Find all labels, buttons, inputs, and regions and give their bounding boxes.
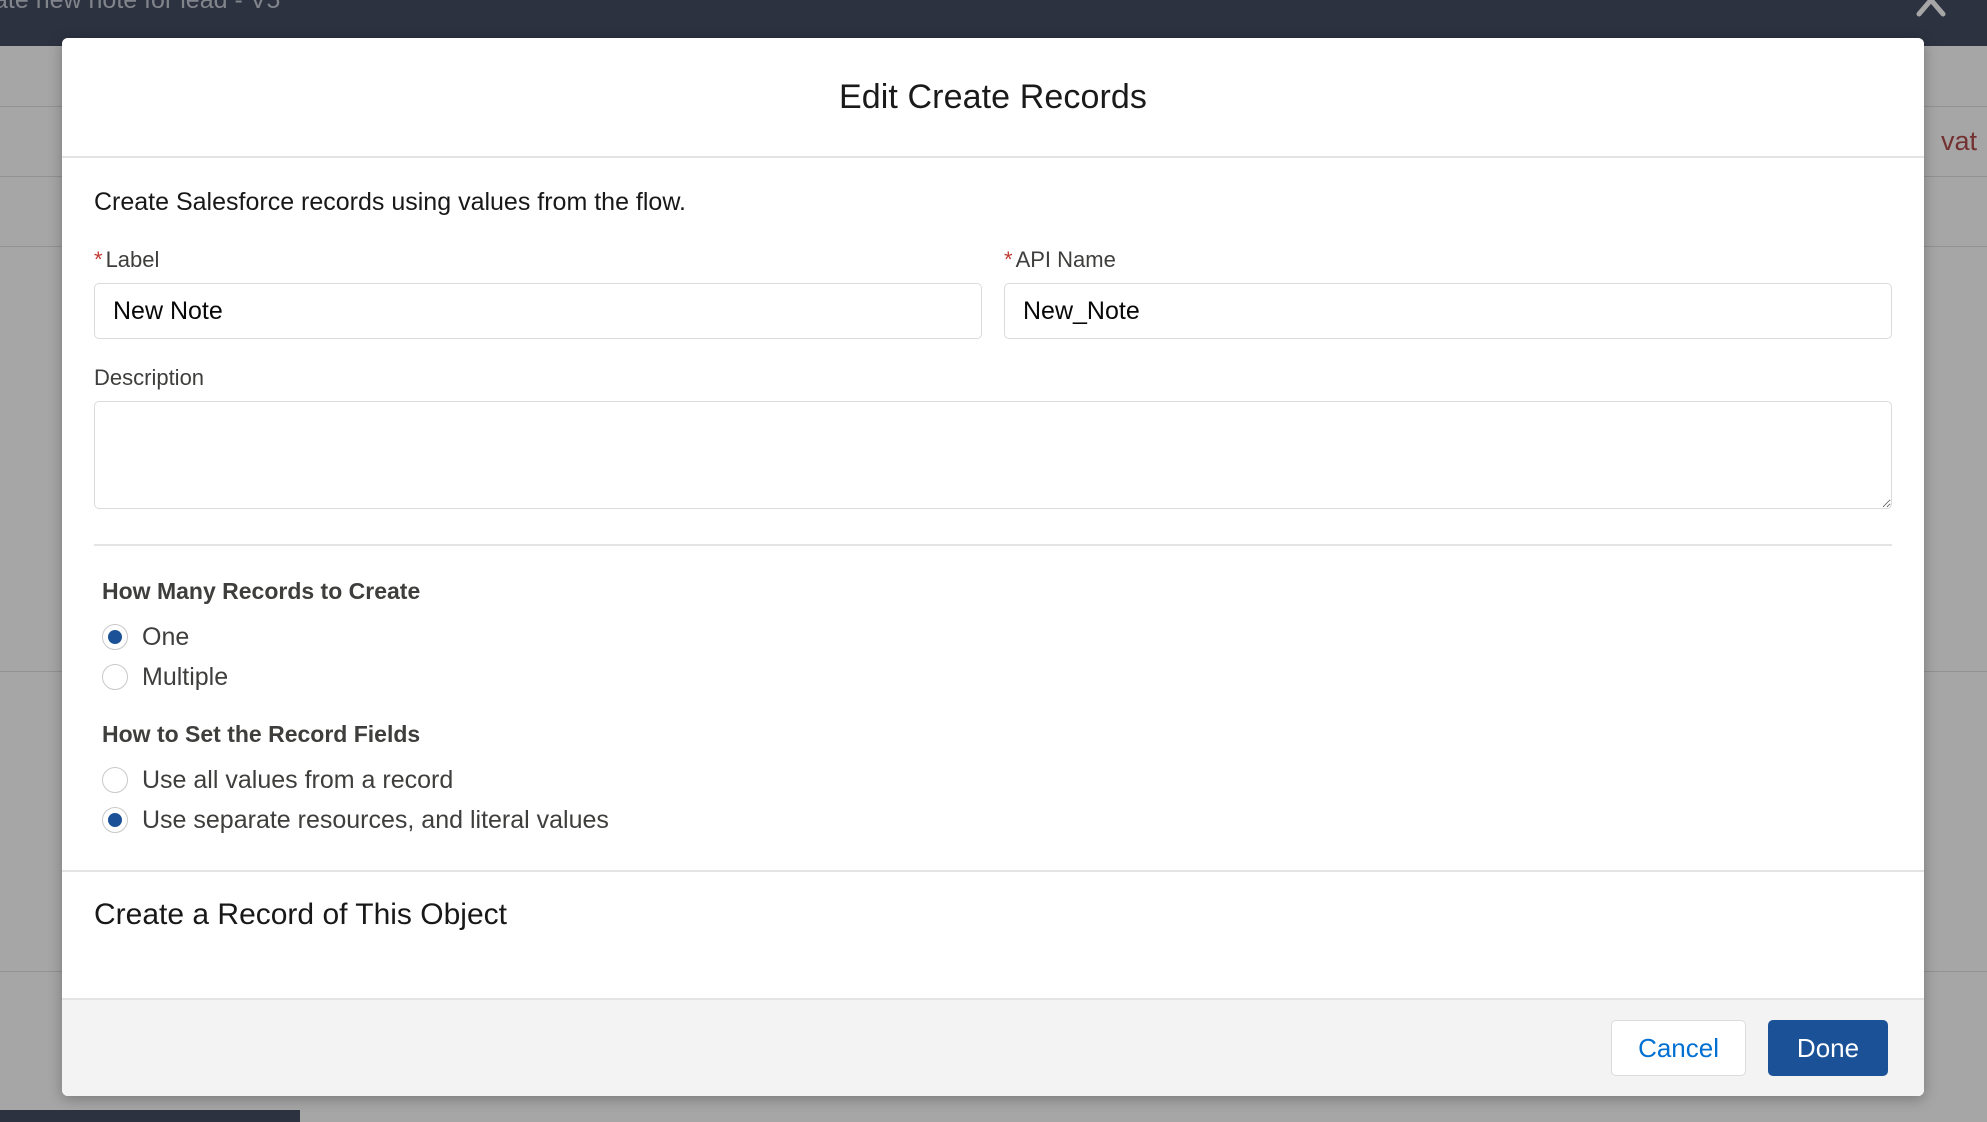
edit-create-records-modal: Edit Create Records Create Salesforce re… bbox=[62, 38, 1924, 1096]
modal-body: Create Salesforce records using values f… bbox=[62, 158, 1924, 998]
modal-header: Edit Create Records bbox=[62, 38, 1924, 158]
required-asterisk-icon: * bbox=[94, 247, 103, 272]
radio-option-one[interactable]: One bbox=[102, 617, 1892, 657]
done-button[interactable]: Done bbox=[1768, 1020, 1888, 1076]
label-field-label: * Label bbox=[94, 247, 982, 273]
radio-option-use-separate-resources-label: Use separate resources, and literal valu… bbox=[142, 805, 609, 834]
radio-option-multiple-label: Multiple bbox=[142, 662, 229, 691]
how-to-set-fields-legend: How to Set the Record Fields bbox=[102, 721, 421, 747]
radio-option-use-separate-resources[interactable]: Use separate resources, and literal valu… bbox=[102, 800, 1892, 840]
modal-title: Edit Create Records bbox=[838, 77, 1148, 116]
radio-selected-icon[interactable] bbox=[102, 807, 128, 833]
api-name-field-label: * API Name bbox=[1004, 247, 1892, 273]
record-options-area: How Many Records to Create One Multiple … bbox=[62, 546, 1924, 840]
required-asterisk-icon: * bbox=[1004, 247, 1013, 272]
api-name-input[interactable] bbox=[1004, 283, 1892, 339]
radio-option-one-label: One bbox=[142, 622, 190, 651]
radio-option-multiple[interactable]: Multiple bbox=[102, 657, 1892, 697]
cancel-button[interactable]: Cancel bbox=[1611, 1020, 1746, 1076]
how-many-records-group: How Many Records to Create One Multiple bbox=[102, 578, 1892, 697]
api-name-field-label-text: API Name bbox=[1015, 247, 1116, 272]
description-textarea[interactable] bbox=[94, 401, 1892, 509]
object-section: Create a Record of This Object bbox=[62, 870, 1924, 932]
modal-footer: Cancel Done bbox=[62, 998, 1924, 1096]
how-to-set-fields-group: How to Set the Record Fields Use all val… bbox=[102, 721, 1892, 840]
name-fields-row: *Label *API Name bbox=[62, 217, 1924, 339]
label-input[interactable] bbox=[94, 283, 982, 339]
radio-option-use-all-values[interactable]: Use all values from a record bbox=[102, 760, 1892, 800]
description-field-group: Description bbox=[62, 339, 1924, 546]
radio-option-use-all-values-label: Use all values from a record bbox=[142, 765, 454, 794]
how-many-records-legend: How Many Records to Create bbox=[102, 578, 421, 604]
radio-unselected-icon[interactable] bbox=[102, 767, 128, 793]
object-section-heading: Create a Record of This Object bbox=[94, 898, 507, 931]
description-field-label: Description bbox=[94, 365, 205, 390]
intro-description: Create Salesforce records using values f… bbox=[94, 188, 686, 216]
intro-section: Create Salesforce records using values f… bbox=[62, 158, 1924, 217]
label-field-label-text: Label bbox=[105, 247, 160, 272]
label-field-group: * Label bbox=[94, 247, 982, 339]
api-name-field-group: * API Name bbox=[1004, 247, 1892, 339]
radio-unselected-icon[interactable] bbox=[102, 664, 128, 690]
radio-selected-icon[interactable] bbox=[102, 624, 128, 650]
